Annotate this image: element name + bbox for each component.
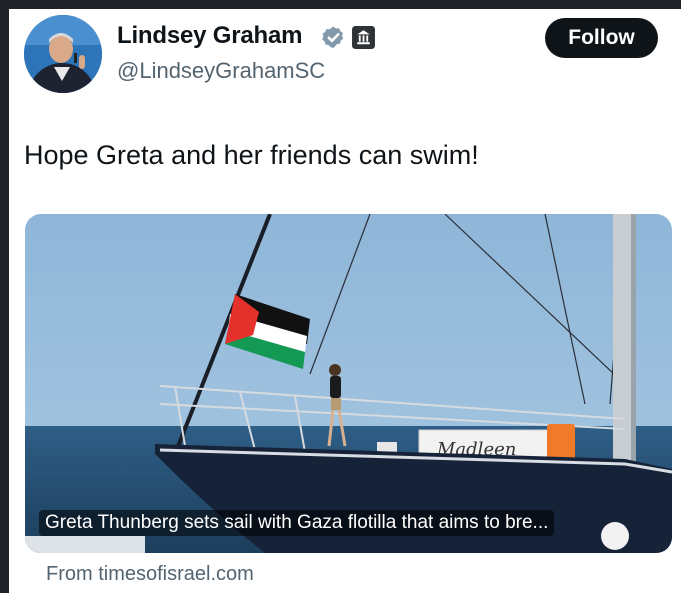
follow-button[interactable]: Follow	[545, 18, 658, 58]
window-left-border	[0, 0, 9, 593]
author-name[interactable]: Lindsey Graham	[117, 22, 302, 50]
verified-badge-icon	[322, 26, 344, 48]
tweet-frame: Lindsey Graham @LindseyGrahamSC Follow H…	[0, 0, 681, 593]
government-building-icon	[352, 26, 375, 49]
link-card[interactable]: Madleen Greta Thunberg sets sail with Ga…	[25, 214, 672, 553]
author-handle[interactable]: @LindseyGrahamSC	[117, 58, 325, 84]
card-image: Madleen	[25, 214, 672, 553]
window-top-border	[0, 0, 681, 9]
card-caption: Greta Thunberg sets sail with Gaza floti…	[39, 510, 555, 536]
avatar-image	[24, 15, 102, 93]
avatar[interactable]	[24, 15, 102, 93]
card-source[interactable]: From timesofisrael.com	[46, 563, 254, 586]
tweet-text: Hope Greta and her friends can swim!	[24, 140, 479, 170]
